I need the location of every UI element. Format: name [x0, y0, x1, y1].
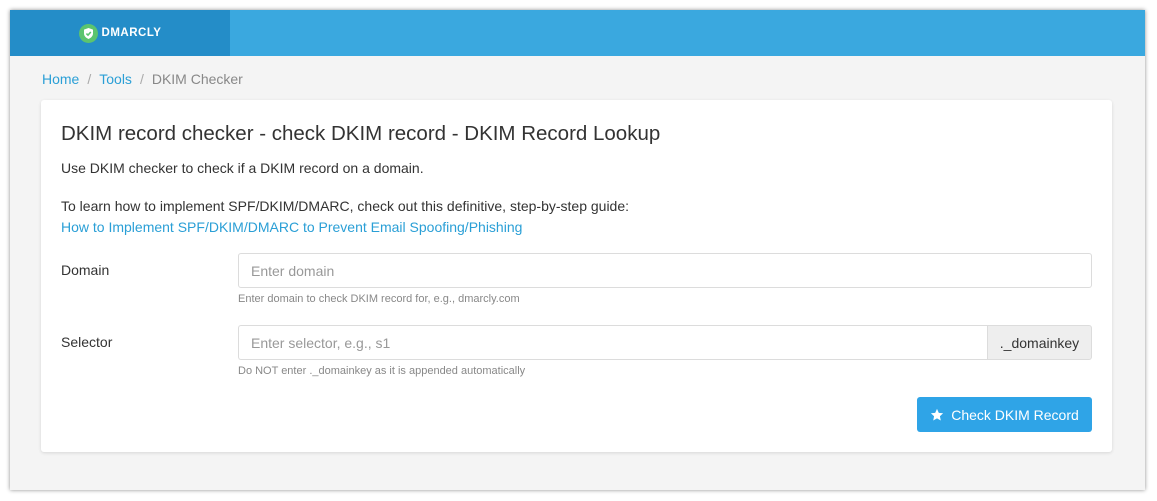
check-dkim-record-button[interactable]: Check DKIM Record [917, 397, 1092, 432]
intro-text: Use DKIM checker to check if a DKIM reco… [61, 160, 424, 176]
selector-input[interactable] [238, 325, 987, 360]
breadcrumb-tools[interactable]: Tools [99, 71, 132, 87]
breadcrumb-separator: / [139, 71, 144, 87]
star-icon [930, 408, 944, 422]
browser-window: DMARCLY Home / Tools / DKIM Checker DKIM… [10, 10, 1145, 490]
shield-check-icon [78, 23, 98, 43]
domain-help-text: Enter domain to check DKIM record for, e… [238, 293, 520, 305]
page-title: DKIM record checker - check DKIM record … [61, 122, 661, 145]
breadcrumb-current: DKIM Checker [151, 71, 243, 87]
selector-label: Selector [61, 334, 113, 350]
check-dkim-record-label: Check DKIM Record [951, 406, 1079, 423]
top-navbar: DMARCLY [10, 10, 1145, 56]
dkim-checker-card: DKIM record checker - check DKIM record … [41, 100, 1112, 452]
breadcrumb-separator: / [87, 71, 92, 87]
breadcrumb: Home / Tools / DKIM Checker [42, 71, 243, 87]
brand-name: DMARCLY [101, 27, 162, 39]
selector-help-text: Do NOT enter ._domainkey as it is append… [238, 365, 526, 377]
domain-label: Domain [61, 262, 110, 278]
brand-logo[interactable]: DMARCLY [10, 10, 230, 56]
guide-link[interactable]: How to Implement SPF/DKIM/DMARC to Preve… [61, 219, 522, 235]
guide-text: To learn how to implement SPF/DKIM/DMARC… [61, 198, 630, 214]
domain-input[interactable] [238, 253, 1092, 288]
domainkey-addon: ._domainkey [987, 325, 1092, 360]
selector-input-group: ._domainkey [238, 325, 1092, 360]
breadcrumb-home[interactable]: Home [42, 71, 79, 87]
